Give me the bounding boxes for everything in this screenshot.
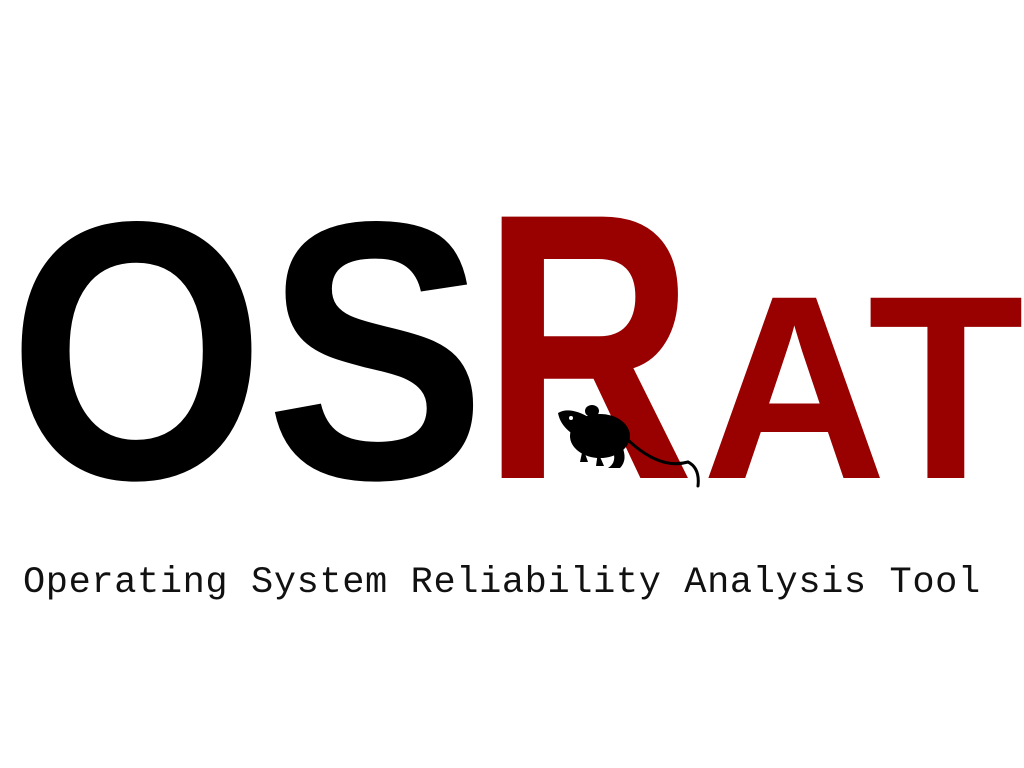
logo-text-os: OS <box>8 145 486 556</box>
logo-text-at: AT <box>702 241 1024 534</box>
subtitle: Operating System Reliability Analysis To… <box>23 562 981 604</box>
osrat-logo: OS R AT <box>8 134 1024 559</box>
logo-text-r: R <box>482 134 694 559</box>
